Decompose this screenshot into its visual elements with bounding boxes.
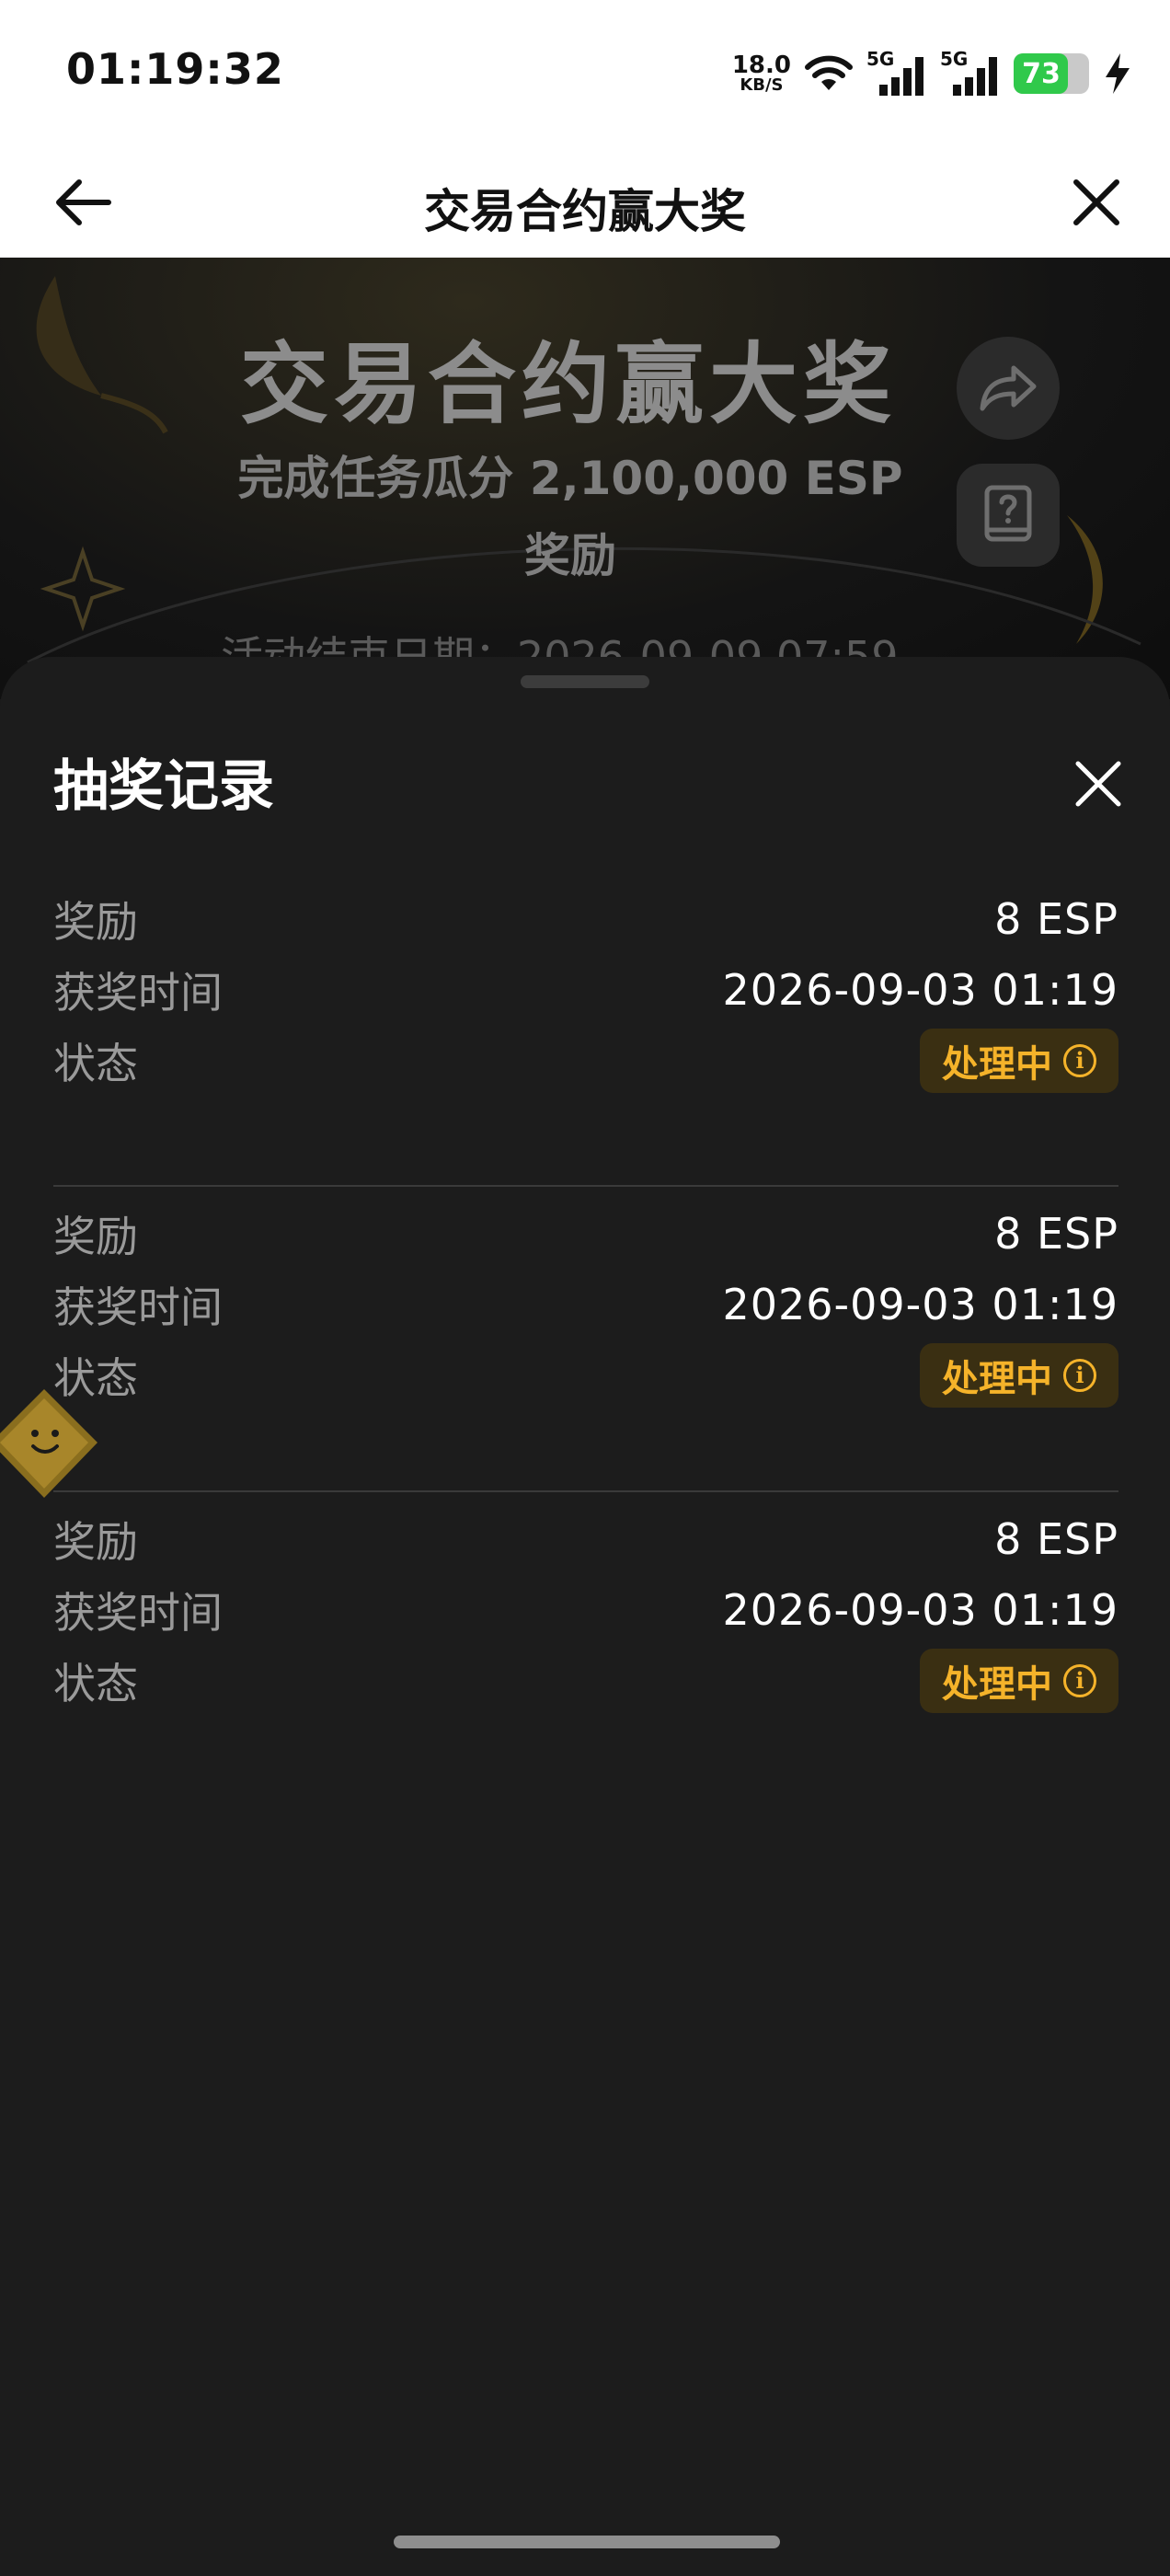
info-icon: i xyxy=(1063,1043,1096,1077)
win-time-value: 2026-09-03 01:19 xyxy=(722,1279,1118,1329)
charging-icon xyxy=(1106,53,1130,94)
reward-row: 奖励 8 ESP xyxy=(53,1503,1118,1574)
status-bar: 01:19:32 18.0 KB/S 5G 5G 73 xyxy=(0,0,1170,147)
record-item: 奖励 8 ESP 获奖时间 2026-09-03 01:19 状态 处理中 i xyxy=(53,1187,1118,1492)
battery-icon: 73 xyxy=(1014,53,1089,94)
reward-label: 奖励 xyxy=(53,896,138,947)
signal-icon-2: 5G xyxy=(940,48,1001,96)
status-row: 状态 处理中 i xyxy=(53,1645,1118,1716)
win-time-row: 获奖时间 2026-09-03 01:19 xyxy=(53,1574,1118,1645)
status-badge[interactable]: 处理中 i xyxy=(920,1342,1118,1408)
reward-label: 奖励 xyxy=(53,1516,138,1567)
home-indicator[interactable] xyxy=(394,2536,780,2548)
wifi-icon xyxy=(805,55,853,90)
win-time-value: 2026-09-03 01:19 xyxy=(722,964,1118,1015)
network-speed: 18.0 KB/S xyxy=(732,53,791,94)
record-item: 奖励 8 ESP 获奖时间 2026-09-03 01:19 状态 处理中 i xyxy=(53,1492,1118,1798)
reward-value: 8 ESP xyxy=(994,1208,1118,1259)
reward-value: 8 ESP xyxy=(994,893,1118,944)
battery-level: 73 xyxy=(1022,57,1061,90)
share-button[interactable] xyxy=(957,337,1060,440)
win-time-row: 获奖时间 2026-09-03 01:19 xyxy=(53,954,1118,1025)
sheet-title: 抽奖记录 xyxy=(53,754,274,819)
sheet-close-button[interactable] xyxy=(1071,756,1126,811)
win-time-label: 获奖时间 xyxy=(53,1587,223,1638)
win-time-label: 获奖时间 xyxy=(53,967,223,1018)
info-icon: i xyxy=(1063,1358,1096,1392)
info-icon: i xyxy=(1063,1663,1096,1697)
close-page-button[interactable] xyxy=(1063,171,1130,236)
app-screen: 01:19:32 18.0 KB/S 5G 5G 73 交易合约赢大奖 交易合约… xyxy=(0,0,1170,2576)
status-value: 处理中 xyxy=(942,1357,1052,1400)
network-speed-value: 18.0 xyxy=(731,52,791,79)
status-row: 状态 处理中 i xyxy=(53,1025,1118,1096)
drag-handle[interactable] xyxy=(521,675,649,688)
banner-subtitle: 完成任务瓜分 2,100,000 ESP 奖励 xyxy=(237,452,903,582)
share-icon xyxy=(980,365,1037,411)
status-label: 状态 xyxy=(53,1658,138,1708)
win-time-row: 获奖时间 2026-09-03 01:19 xyxy=(53,1269,1118,1340)
status-badge[interactable]: 处理中 i xyxy=(920,1028,1118,1093)
record-item: 奖励 8 ESP 获奖时间 2026-09-03 01:19 状态 处理中 i xyxy=(53,883,1118,1187)
status-value: 处理中 xyxy=(942,1042,1052,1086)
network-speed-unit: KB/S xyxy=(740,75,784,95)
reward-row: 奖励 8 ESP xyxy=(53,883,1118,954)
signal-icon-1: 5G xyxy=(866,48,927,96)
app-header: 交易合约赢大奖 xyxy=(0,147,1170,258)
win-time-value: 2026-09-03 01:19 xyxy=(722,1584,1118,1635)
status-row: 状态 处理中 i xyxy=(53,1340,1118,1410)
status-badge[interactable]: 处理中 i xyxy=(920,1648,1118,1713)
rules-button[interactable] xyxy=(957,464,1060,567)
page-title: 交易合约赢大奖 xyxy=(424,185,746,238)
status-icons: 18.0 KB/S 5G 5G 73 xyxy=(732,46,1133,101)
help-book-icon xyxy=(984,485,1032,542)
close-icon xyxy=(1075,761,1121,807)
status-value: 处理中 xyxy=(942,1662,1052,1706)
status-time: 01:19:32 xyxy=(66,44,284,94)
smiley-diamond-icon xyxy=(0,1389,98,1498)
reward-label: 奖励 xyxy=(53,1211,138,1261)
status-label: 状态 xyxy=(53,1038,138,1088)
win-time-label: 获奖时间 xyxy=(53,1282,223,1332)
reward-value: 8 ESP xyxy=(994,1513,1118,1564)
close-icon xyxy=(1073,179,1119,225)
lottery-record-sheet: 抽奖记录 奖励 8 ESP 获奖时间 2026-09-03 01:19 状态 处… xyxy=(0,657,1170,2576)
reward-row: 奖励 8 ESP xyxy=(53,1198,1118,1269)
floating-assistant-button[interactable] xyxy=(0,1386,101,1505)
record-list: 奖励 8 ESP 获奖时间 2026-09-03 01:19 状态 处理中 i xyxy=(53,883,1118,1798)
